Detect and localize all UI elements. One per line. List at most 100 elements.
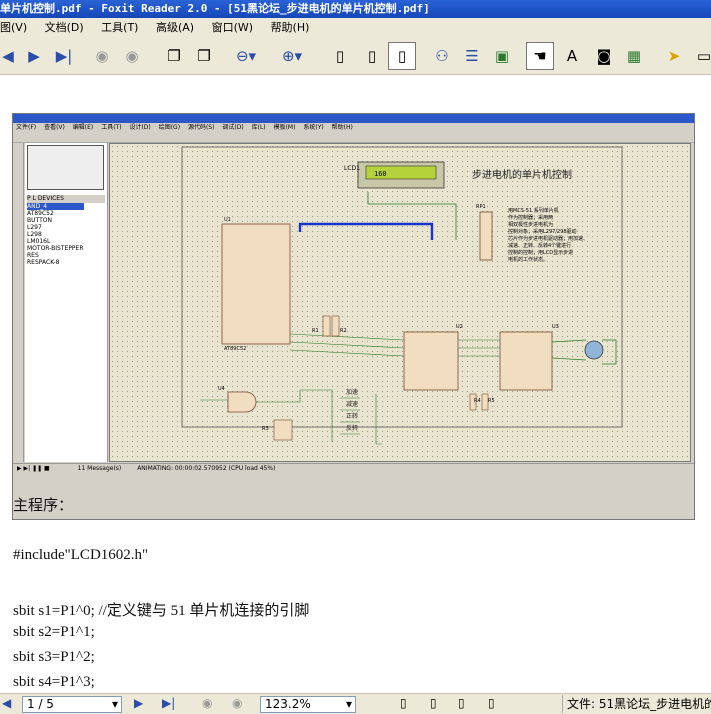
more-tools-icon[interactable]: ▭ [690,42,711,70]
menu-help[interactable]: 帮助(H) [271,21,310,34]
u3-label: U3 [552,324,559,330]
table-icon[interactable]: ▣ [488,42,516,70]
embedded-menu-item: 设计(D) [129,124,151,131]
notes-line: 芯片作为步进电机驱动器；用加速、 [508,235,588,242]
device-item: AND_4 [27,203,84,210]
prev-page-icon[interactable]: ◀ [0,42,22,70]
device-item: AT89C52 [27,210,54,217]
single-page-icon[interactable]: ▯ [400,696,407,710]
page-number: 1 / 5 [27,697,54,711]
facing-icon[interactable]: ▯ [458,696,465,710]
lcd-value: 160 [374,170,387,178]
u1-label: U1 [224,217,231,223]
select-text-icon[interactable]: A [558,42,586,70]
r1-label: R1 [312,328,319,334]
device-item: BUTTON [27,217,52,224]
zoom-in-icon[interactable]: ⊕▾ [278,42,306,70]
hand-icon[interactable]: ☚ [526,42,554,70]
window-title-bar: 单片机控制.pdf - Foxit Reader 2.0 - [51黑论坛_步进… [0,0,711,18]
arrow-icon[interactable]: ➤ [660,42,688,70]
file-label: 文件: 51黑论坛_步进电机的 [562,695,711,713]
notes-line: 用MCS-51 系列单片机 [508,207,559,214]
continuous-icon[interactable]: ▯ [430,696,437,710]
text-icon[interactable]: ☰ [458,42,486,70]
notes-line: 减速、正转、反转4个键进行 [508,242,571,249]
device-item: LM016L [27,238,51,245]
continuous-facing-icon[interactable]: ▯ [488,696,495,710]
next-page-icon[interactable]: ▶ [134,696,143,710]
r5-label: R5 [488,398,495,404]
next-page-icon[interactable]: ▶ [20,42,48,70]
lcd-label: LCD1 [344,165,360,172]
paste-icon[interactable]: ❐ [190,42,218,70]
continuous-icon[interactable]: ▯ [358,42,386,70]
single-page-icon[interactable]: ▯ [326,42,354,70]
embedded-menu-item: 源代码(S) [187,124,215,131]
image-icon[interactable]: ▦ [620,42,648,70]
status-bar: ◀ 1 / 5 ▾ ▶ ▶| ◉ ◉ 123.2% ▾ ▯ ▯ ▯ ▯ 文件: … [0,693,711,714]
zoom-field[interactable]: 123.2% ▾ [260,696,356,713]
menu-document[interactable]: 文档(D) [45,21,84,34]
doc-text-line: sbit s4=P1^3; [13,674,95,690]
schematic-canvas: 160 LCD1 步进电机的单片机控制 U1 AT89C52 RP1 用MCS-… [109,143,691,462]
embedded-menu-item: 绘图(G) [158,124,181,131]
embedded-status-anim: ANIMATING: 00:00:02.570952 (CPU load 45%… [137,465,276,472]
embedded-preview [27,145,104,190]
menu-bar: 图(V) 文档(D) 工具(T) 高级(A) 窗口(W) 帮助(H) [0,18,711,37]
main-toolbar: ◀ ▶ ▶| ◉ ◉ ❐ ❐ ⊖▾ ⊕▾ ▯ ▯ ▯ ⚇ ☰ ▣ ☚ A ◙ ▦… [0,37,711,75]
embedded-toolbar [13,132,694,143]
u1-part: AT89C52 [224,346,246,352]
facing-icon[interactable]: ▯ [388,42,416,70]
zoom-value: 123.2% [265,697,311,711]
notes-line: 控制的控制；用LCD显示步进 [508,249,573,256]
schematic-drawing: 160 LCD1 步进电机的单片机控制 U1 AT89C52 RP1 用MCS-… [181,146,623,445]
device-item: L298 [27,231,42,238]
forward-icon[interactable]: ◉ [232,696,242,710]
doc-text-line: sbit s3=P1^2; [13,649,95,665]
button-label-forward: 正转 [346,412,358,420]
embedded-tab: L [32,195,36,202]
page-number-field[interactable]: 1 / 5 ▾ [22,696,122,713]
embedded-menu-item: 编辑(E) [72,124,94,131]
u4-label: U4 [218,386,225,392]
button-label-accelerate: 加速 [346,388,358,396]
window-title: 单片机控制.pdf - Foxit Reader 2.0 - [51黑论坛_步进… [0,2,430,15]
doc-text-line: #include"LCD1602.h" [13,547,149,563]
last-page-icon[interactable]: ▶| [50,42,78,70]
last-page-icon[interactable]: ▶| [162,696,175,710]
doc-text-line: 主程序： [13,498,74,514]
embedded-menu-item: 库(L) [251,124,266,131]
notes-line: 作为控制器；采用两 [508,214,553,221]
menu-tools[interactable]: 工具(T) [101,21,138,34]
zoom-out-icon[interactable]: ⊖▾ [232,42,260,70]
chevron-down-icon[interactable]: ▾ [112,697,118,712]
menu-view[interactable]: 图(V) [0,21,27,34]
embedded-tab: P [27,195,31,202]
first-page-icon[interactable]: ◀ [2,696,11,710]
embedded-device-list: AND_4 AT89C52 BUTTON L297 L298 LM016L MO… [27,203,84,266]
embedded-menu-item: 调试(D) [222,124,244,131]
r3-label: R3 [262,426,269,432]
forward-icon[interactable]: ◉ [118,42,146,70]
binoculars-icon[interactable]: ⚇ [428,42,456,70]
snapshot-icon[interactable]: ◙ [590,42,618,70]
embedded-tool-column [13,143,24,462]
device-item: RES [27,252,39,259]
document-view[interactable]: 文件(F) 查看(V) 编辑(E) 工具(T) 设计(D) 绘图(G) 源代码(… [0,75,711,693]
embedded-tabs: P L DEVICES [27,195,105,203]
embedded-status-bar: ▶ ▶| ❚❚ ■ 11 Message(s) ANIMATING: 00:00… [13,463,694,473]
back-icon[interactable]: ◉ [202,696,212,710]
notes-line: 电机的工作状态。 [508,256,548,263]
copy-icon[interactable]: ❐ [160,42,188,70]
chevron-down-icon[interactable]: ▾ [346,697,352,712]
menu-window[interactable]: 窗口(W) [212,21,253,34]
device-item: L297 [27,224,42,231]
embedded-screenshot: 文件(F) 查看(V) 编辑(E) 工具(T) 设计(D) 绘图(G) 源代码(… [12,113,695,520]
rp1-label: RP1 [476,204,486,210]
back-icon[interactable]: ◉ [88,42,116,70]
device-item: RESPACK-8 [27,259,60,266]
button-label-reverse: 反转 [346,424,358,432]
embedded-title-bar [13,114,694,123]
device-item: MOTOR-BISTEPPER [27,245,84,252]
menu-advanced[interactable]: 高级(A) [156,21,194,34]
